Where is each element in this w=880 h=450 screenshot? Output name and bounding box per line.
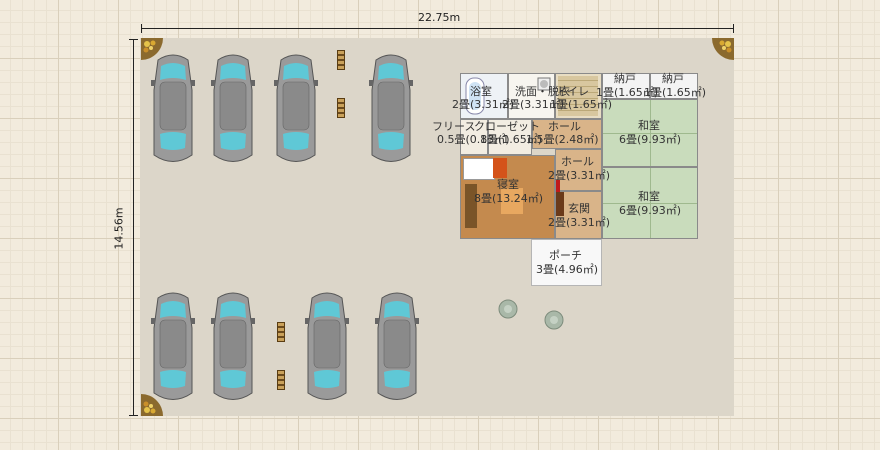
- car-icon: [368, 54, 414, 162]
- height-dimension-line: [133, 39, 134, 415]
- width-dimension-label: 22.75m: [418, 11, 461, 24]
- shrub-icon: [498, 299, 518, 319]
- corner-plant-icon: [712, 38, 734, 60]
- room-label: クローゼット: [474, 120, 540, 133]
- room-size-label: 1.5畳(2.48㎡): [526, 133, 599, 146]
- car-icon: [150, 54, 196, 162]
- car-icon: [210, 292, 256, 400]
- shrub-icon: [544, 310, 564, 330]
- car-icon: [304, 292, 350, 400]
- width-dimension-line: [141, 28, 733, 29]
- room-label: ホール: [561, 155, 594, 168]
- height-dimension-tick-bottom: [129, 415, 138, 416]
- height-dimension-tick-top: [129, 39, 138, 40]
- room-label: 納戸: [614, 72, 636, 85]
- room-size-label: 1畳(1.65㎡): [644, 86, 707, 99]
- car-icon: [150, 292, 196, 400]
- room-label: 和室: [638, 190, 660, 203]
- room-size-label: 6畳(9.93㎡): [619, 204, 682, 217]
- width-dimension-tick-right: [733, 24, 734, 33]
- room-label: 玄関: [568, 202, 590, 215]
- height-dimension-label: 14.56m: [112, 207, 126, 250]
- room-size-label: 3畳(4.96㎡): [536, 263, 599, 276]
- room-size-label: 2畳(3.31㎡): [548, 216, 611, 229]
- room-label: 浴室: [470, 85, 492, 98]
- bed-cover: [493, 158, 507, 178]
- room-label: トイレ: [556, 85, 589, 98]
- room-label: 納戸: [662, 72, 684, 85]
- room-label: ホール: [548, 120, 581, 133]
- room-label: 寝室: [497, 178, 519, 191]
- room-label: フリース: [432, 120, 476, 133]
- room-label: ポーチ: [549, 249, 582, 262]
- room-size-label: 1畳(1.65㎡): [550, 98, 613, 111]
- car-icon: [210, 54, 256, 162]
- bed: [463, 158, 495, 180]
- car-icon: [374, 292, 420, 400]
- room-size-label: 2畳(3.31㎡): [548, 169, 611, 182]
- car-icon: [273, 54, 319, 162]
- garden-light-icon: [277, 370, 285, 390]
- garden-light-icon: [277, 322, 285, 342]
- garden-light-icon: [337, 98, 345, 118]
- width-dimension-tick-left: [141, 24, 142, 33]
- garden-light-icon: [337, 50, 345, 70]
- shoe-rack: [556, 192, 564, 216]
- room-size-label: 8畳(13.24㎡): [474, 192, 544, 205]
- room-size-label: 6畳(9.93㎡): [619, 133, 682, 146]
- room-label: 和室: [638, 119, 660, 132]
- sofa: [465, 184, 477, 228]
